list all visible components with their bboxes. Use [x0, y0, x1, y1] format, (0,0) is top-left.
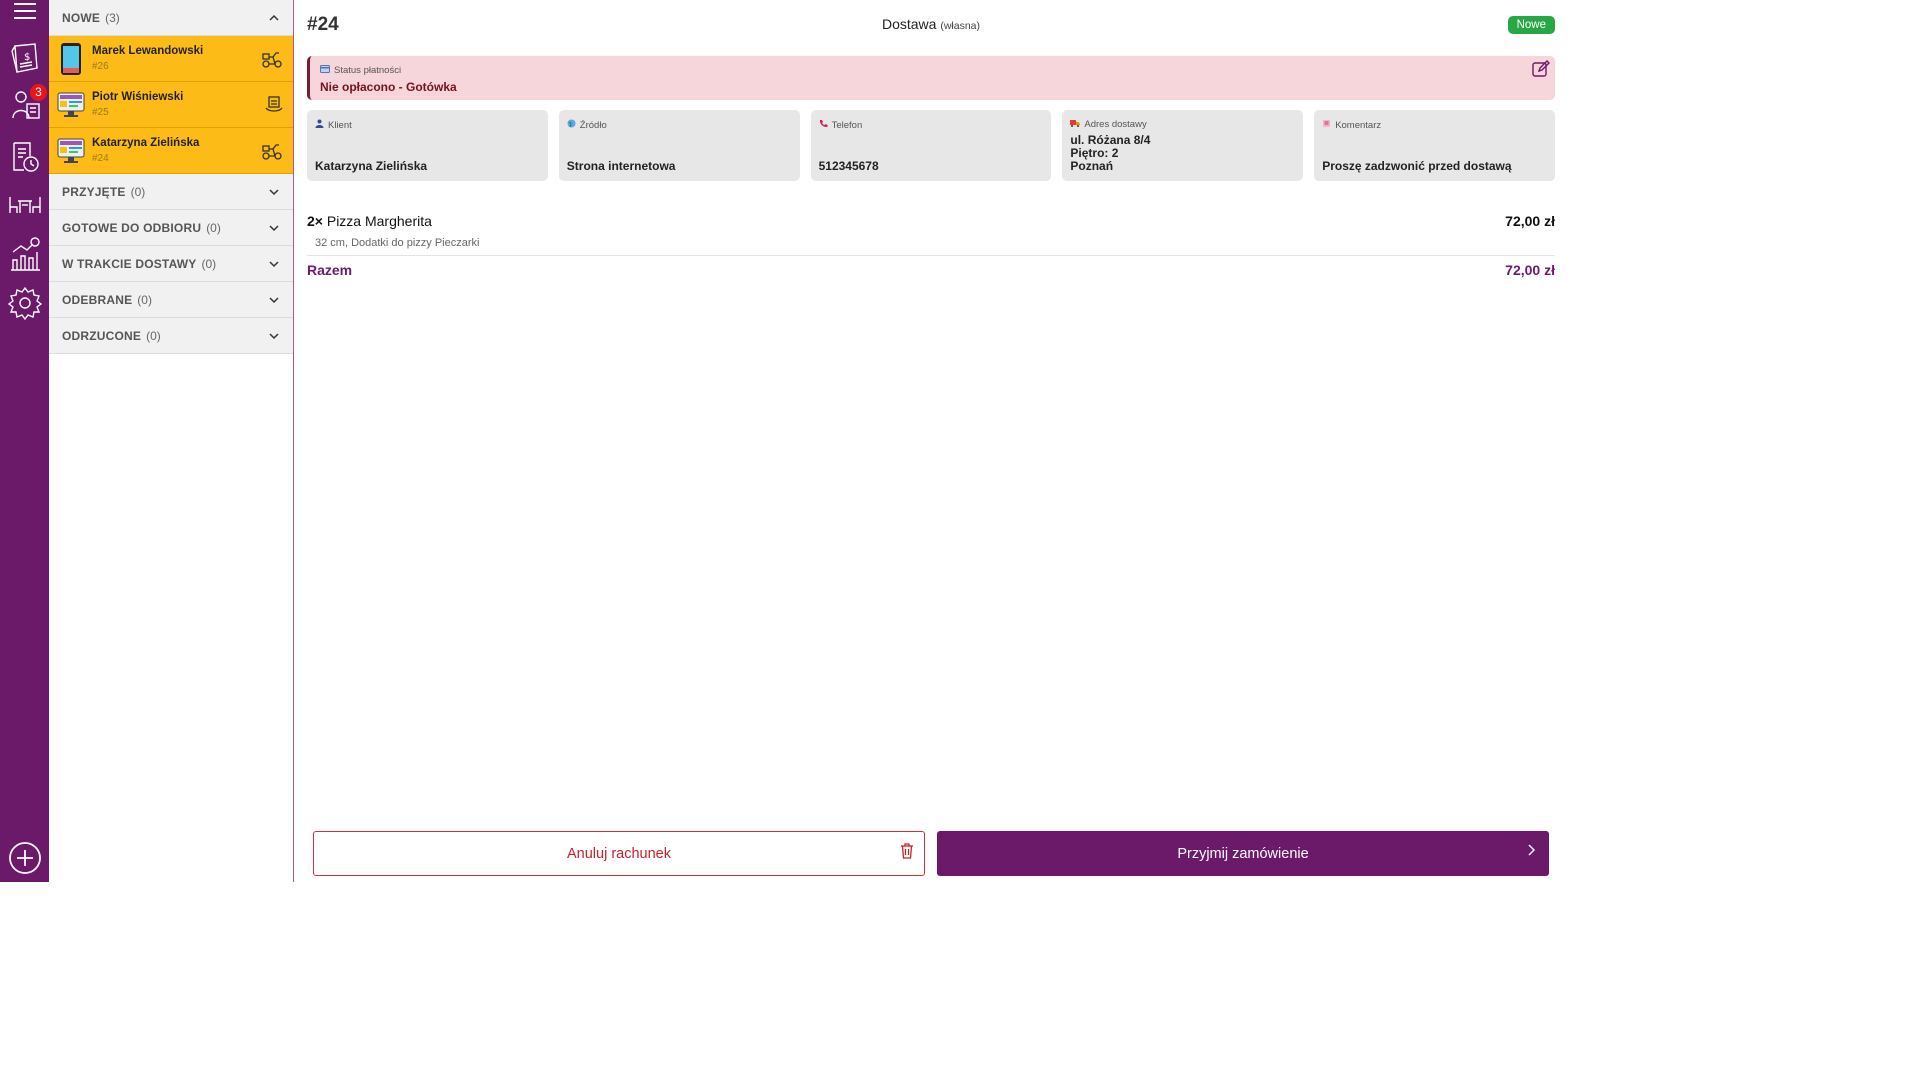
orders-count-badge: 3 — [30, 84, 47, 101]
card-label: Telefon — [831, 119, 863, 131]
card-label: Komentarz — [1335, 119, 1382, 131]
user-icon — [315, 119, 324, 131]
card-value: 512345678 — [818, 159, 879, 173]
card-zrodlo: Źródło Strona internetowa — [558, 110, 800, 181]
payment-status-label: Status płatności — [334, 65, 402, 76]
chevron-down-icon — [269, 329, 279, 343]
order-detail: #24 Dostawa (własna) Nowe Status płatnoś… — [307, 0, 1555, 882]
item-quantity: 2× — [307, 213, 323, 229]
group-count: (3) — [105, 10, 120, 25]
payment-status-box: Status płatności Nie opłacono - Gotówka — [307, 56, 1555, 100]
cash-register-icon[interactable]: $ — [0, 40, 49, 78]
credit-card-icon — [320, 65, 330, 76]
app: $ 3 NOWE (3) Marek Lewandowski #26 Piotr… — [0, 0, 1568, 882]
group-header-nowe[interactable]: NOWE (3) — [49, 0, 293, 36]
delivery-label: Dostawa — [881, 16, 937, 32]
tables-icon[interactable] — [0, 186, 49, 224]
cancel-bill-button[interactable]: Anuluj rachunek — [313, 831, 925, 876]
accept-order-button[interactable]: Przyjmij zamówienie — [937, 831, 1549, 876]
card-label: Klient — [328, 119, 352, 131]
item-name: Pizza Margherita — [326, 213, 432, 229]
group-count: (0) — [130, 184, 146, 199]
group-name: GOTOWE DO ODBIORU — [62, 220, 202, 235]
orders-panel: NOWE (3) Marek Lewandowski #26 Piotr Wiś… — [49, 0, 294, 882]
chevron-down-icon — [269, 293, 279, 307]
divider — [307, 255, 1555, 256]
order-history-icon[interactable] — [0, 138, 49, 176]
payment-status-value: Nie opłacono - Gotówka — [320, 80, 457, 94]
group-name: ODEBRANE — [62, 292, 133, 307]
card-adres-dostawy: Adres dostawy ul. Różana 8/4 Piętro: 2 P… — [1062, 110, 1304, 181]
card-komentarz: Komentarz Proszę zadzwonić przed dostawą — [1314, 110, 1555, 181]
order-customer: Marek Lewandowski — [92, 44, 204, 57]
total-label: Razem — [307, 262, 353, 278]
payment-status-label-row: Status płatności — [320, 65, 401, 76]
info-cards: Klient Katarzyna Zielińska Źródło Strona… — [307, 110, 1555, 181]
website-icon — [49, 92, 92, 118]
group-count: (0) — [206, 220, 221, 235]
group-name: PRZYJĘTE — [62, 184, 126, 199]
truck-icon — [1070, 119, 1081, 130]
note-icon — [1322, 119, 1331, 131]
chevron-right-icon — [1527, 843, 1536, 861]
menu-icon[interactable] — [0, 0, 49, 22]
edit-payment-icon[interactable] — [1532, 60, 1550, 83]
card-value: Strona internetowa — [566, 159, 676, 173]
delivery-type: Dostawa (własna) — [307, 16, 1555, 32]
chevron-up-icon — [269, 11, 279, 25]
card-value: ul. Różana 8/4 Piętro: 2 Poznań — [1070, 134, 1150, 173]
phone-handset-icon — [819, 119, 828, 131]
card-klient: Klient Katarzyna Zielińska — [307, 110, 548, 181]
group-header-odrzucone[interactable]: ODRZUCONE (0) — [49, 318, 293, 354]
card-value: Katarzyna Zielińska — [315, 159, 428, 173]
accept-order-label: Przyjmij zamówienie — [1177, 845, 1309, 862]
order-item-selected[interactable]: Katarzyna Zielińska #24 — [49, 128, 293, 174]
website-icon — [49, 138, 92, 164]
group-count: (0) — [137, 292, 152, 307]
globe-icon — [567, 119, 576, 131]
svg-text:$: $ — [24, 52, 30, 63]
item-title: 2× Pizza Margherita — [307, 213, 1555, 229]
group-name: NOWE — [62, 10, 101, 25]
group-count: (0) — [201, 256, 217, 271]
order-item[interactable]: Piotr Wiśniewski #25 — [49, 82, 293, 128]
group-name: ODRZUCONE — [62, 328, 142, 343]
order-item[interactable]: Marek Lewandowski #26 — [49, 36, 293, 82]
group-header-w-trakcie-dostawy[interactable]: W TRAKCIE DOSTAWY (0) — [49, 246, 293, 282]
status-badge: Nowe — [1507, 16, 1555, 34]
order-number: #24 — [92, 152, 109, 164]
group-header-gotowe-do-odbioru[interactable]: GOTOWE DO ODBIORU (0) — [49, 210, 293, 246]
order-number: #26 — [92, 60, 109, 72]
card-label: Adres dostawy — [1084, 119, 1147, 130]
delivery-sub-label: (własna) — [940, 20, 981, 32]
item-price: 72,00 zł — [1505, 213, 1555, 229]
group-count: (0) — [146, 328, 161, 343]
takeaway-icon — [265, 95, 283, 118]
settings-icon[interactable] — [0, 283, 49, 323]
cancel-bill-label: Anuluj rachunek — [567, 845, 671, 862]
trash-icon — [900, 843, 914, 863]
group-header-przyjete[interactable]: PRZYJĘTE (0) — [49, 174, 293, 210]
order-customer: Piotr Wiśniewski — [92, 90, 184, 103]
card-value: Proszę zadzwonić przed dostawą — [1322, 159, 1512, 173]
address-city: Poznań — [1070, 159, 1114, 173]
total-value: 72,00 zł — [1505, 262, 1555, 278]
chevron-down-icon — [269, 257, 279, 271]
card-telefon: Telefon 512345678 — [810, 110, 1052, 181]
group-header-odebrane[interactable]: ODEBRANE (0) — [49, 282, 293, 318]
group-name: W TRAKCIE DOSTAWY — [62, 256, 197, 271]
chevron-down-icon — [269, 185, 279, 199]
phone-icon — [49, 42, 92, 76]
add-icon[interactable] — [0, 838, 49, 878]
reports-icon[interactable] — [0, 234, 49, 274]
item-description: 32 cm, Dodatki do pizzy Pieczarki — [315, 237, 480, 249]
card-label: Źródło — [579, 119, 607, 131]
order-line-item: 2× Pizza Margherita 72,00 zł 32 cm, Doda… — [307, 213, 1555, 249]
delivery-scooter-icon — [261, 49, 283, 74]
left-rail: $ 3 — [0, 0, 49, 882]
delivery-scooter-icon — [261, 141, 283, 166]
chevron-down-icon — [269, 221, 279, 235]
order-customer: Katarzyna Zielińska — [92, 136, 200, 149]
order-number: #25 — [92, 106, 109, 118]
